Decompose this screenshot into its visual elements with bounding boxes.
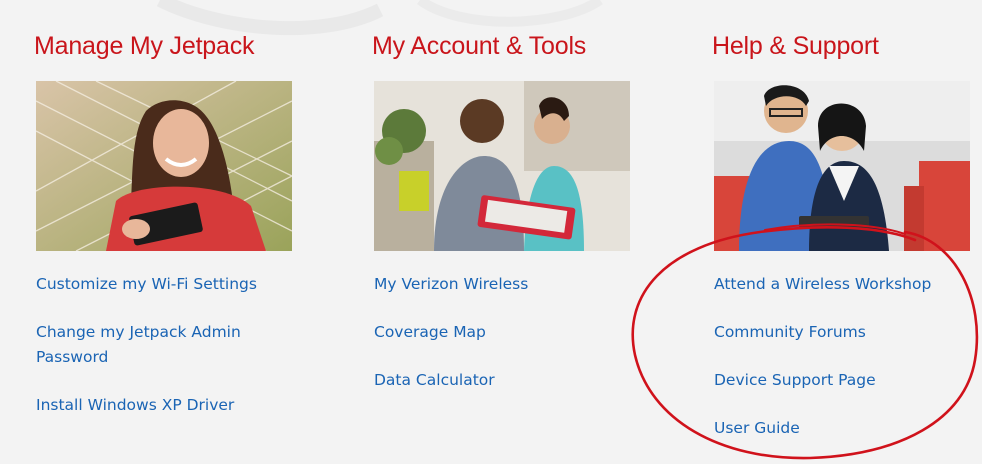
man-and-woman-with-tablet-photo	[714, 81, 970, 251]
community-forums-link[interactable]: Community Forums	[714, 320, 931, 345]
coverage-map-link[interactable]: Coverage Map	[374, 320, 528, 345]
customize-wifi-link[interactable]: Customize my Wi-Fi Settings	[36, 272, 316, 297]
user-guide-link[interactable]: User Guide	[714, 416, 931, 441]
account-tools-heading: My Account & Tools	[372, 32, 587, 60]
manage-jetpack-heading: Manage My Jetpack	[34, 32, 255, 60]
my-verizon-wireless-link[interactable]: My Verizon Wireless	[374, 272, 528, 297]
install-xp-driver-link[interactable]: Install Windows XP Driver	[36, 393, 316, 418]
account-tools-links: My Verizon Wireless Coverage Map Data Ca…	[374, 272, 528, 416]
manage-jetpack-links: Customize my Wi-Fi Settings Change my Je…	[36, 272, 316, 441]
help-support-links: Attend a Wireless Workshop Community For…	[714, 272, 931, 464]
help-support-heading: Help & Support	[712, 32, 879, 60]
data-calculator-link[interactable]: Data Calculator	[374, 368, 528, 393]
device-support-page-link[interactable]: Device Support Page	[714, 368, 931, 393]
attend-workshop-link[interactable]: Attend a Wireless Workshop	[714, 272, 931, 297]
woman-with-tablet-photo	[36, 81, 292, 251]
change-admin-password-link[interactable]: Change my Jetpack Admin Password	[36, 320, 316, 370]
couple-with-tablet-photo	[374, 81, 630, 251]
